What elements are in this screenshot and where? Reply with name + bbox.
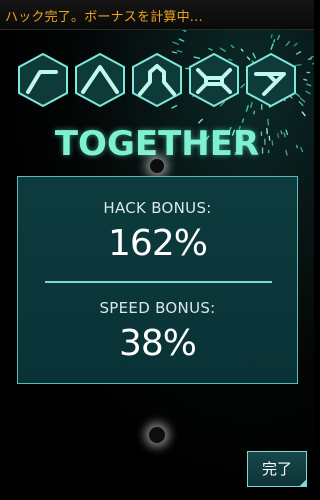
- hack-bonus-label: HACK BONUS:: [103, 199, 212, 217]
- sparkle-particle: [172, 41, 180, 45]
- glyph-hack-result-screen: ハック完了。ボーナスを計算中... TOGETHER HACK BONUS: 1…: [0, 0, 314, 500]
- button-corner-accent: [299, 479, 307, 487]
- sparkle-particle: [198, 118, 203, 124]
- sparkle-particle: [310, 55, 314, 58]
- sparkle-particle: [270, 34, 273, 39]
- status-banner: ハック完了。ボーナスを計算中...: [0, 0, 314, 30]
- speed-bonus-label: SPEED BONUS:: [99, 299, 216, 317]
- glyph-1-icon: [18, 52, 68, 108]
- sparkle-particle: [273, 39, 276, 43]
- sparkle-particle: [307, 57, 312, 61]
- done-button[interactable]: 完了: [247, 451, 307, 487]
- glyph-5-icon: [246, 52, 296, 108]
- sparkle-particle: [285, 40, 291, 47]
- glyph-sequence: [16, 52, 300, 108]
- sparkle-particle: [219, 47, 226, 52]
- sparkle-particle: [301, 111, 306, 117]
- sparkle-particle: [208, 47, 213, 51]
- glyph-2-icon: [75, 52, 125, 108]
- sparkle-particle: [230, 44, 235, 49]
- sparkle-particle: [277, 34, 281, 41]
- glow-dot-lower: [149, 427, 165, 443]
- bonus-panel: HACK BONUS: 162% SPEED BONUS: 38%: [17, 176, 298, 384]
- done-button-label: 完了: [261, 460, 292, 478]
- sparkle-particle: [241, 118, 245, 123]
- glow-dot-upper: [150, 159, 164, 173]
- panel-divider: [45, 281, 272, 283]
- sparkle-particle: [299, 97, 306, 103]
- sparkle-particle: [306, 83, 312, 87]
- sparkle-particle: [270, 43, 274, 50]
- glyph-word-title: TOGETHER: [54, 124, 260, 164]
- sparkle-particle: [312, 62, 314, 65]
- sparkle-particle: [293, 42, 298, 47]
- sparkle-particle: [305, 90, 311, 95]
- glyph-4-icon: [189, 52, 239, 108]
- sparkle-particle: [178, 38, 185, 42]
- sparkle-particle: [303, 78, 308, 81]
- glyph-3-icon: [132, 52, 182, 108]
- hack-bonus-value: 162%: [108, 223, 208, 264]
- speed-bonus-value: 38%: [118, 323, 197, 364]
- sparkle-particle: [240, 48, 244, 52]
- status-text: ハック完了。ボーナスを計算中...: [5, 10, 203, 25]
